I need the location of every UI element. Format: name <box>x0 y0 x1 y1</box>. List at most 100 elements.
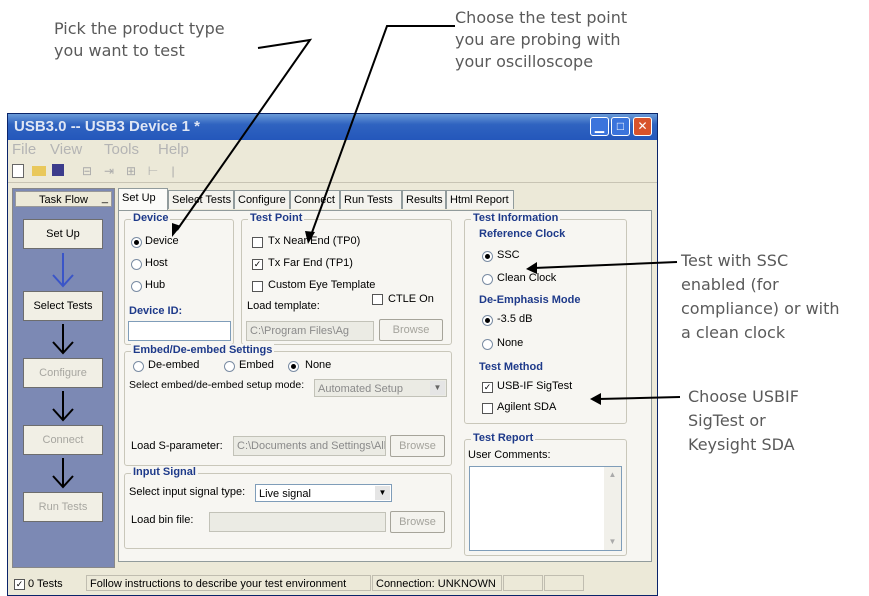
input-signal-type-value: Live signal <box>259 488 311 500</box>
chevron-down-icon[interactable]: ▼ <box>375 486 390 500</box>
ctle-label: CTLE On <box>388 293 434 305</box>
embed-group-title: Embed/De-embed Settings <box>131 344 275 356</box>
embed-mode-select[interactable]: Automated Setup ▼ <box>314 379 447 397</box>
ssc-radio[interactable] <box>482 251 493 262</box>
embed-radio[interactable] <box>224 361 235 372</box>
input-signal-group-title: Input Signal <box>131 466 198 478</box>
tp1-checkbox[interactable]: ✓ <box>252 259 263 270</box>
bin-file-label: Load bin file: <box>131 514 194 526</box>
tab-results[interactable]: Results <box>402 190 446 209</box>
taskflow-arrows <box>52 253 74 489</box>
title-bar[interactable]: USB3.0 -- USB3 Device 1 * ▁ □ ✕ <box>8 114 657 140</box>
callout-line: your oscilloscope <box>455 52 594 71</box>
tab-set-up[interactable]: Set Up <box>118 188 168 210</box>
test-info-group-title: Test Information <box>471 212 561 224</box>
tab-connect[interactable]: Connect <box>290 190 340 209</box>
tab-select-tests[interactable]: Select Tests <box>168 190 234 209</box>
device-id-label: Device ID: <box>129 305 183 317</box>
toolbar-icon-4[interactable]: ⊟ <box>80 164 94 178</box>
clean-clock-radio[interactable] <box>482 274 493 285</box>
setup-panel: Device Device Host Hub Device ID: Test P… <box>118 210 652 562</box>
tab-configure[interactable]: Configure <box>234 190 290 209</box>
toolbar-separator: | <box>171 164 175 178</box>
test-info-group: Test Information Reference Clock SSC Cle… <box>464 212 627 424</box>
callout-line: a clean clock <box>681 323 786 342</box>
test-report-group-title: Test Report <box>471 432 536 444</box>
connection-status: Connection: UNKNOWN <box>372 575 502 591</box>
sparam-path-input[interactable]: C:\Documents and Settings\All <box>233 436 386 456</box>
deemph-none-radio[interactable] <box>482 339 493 350</box>
embed-group: Embed/De-embed Settings De-embed Embed N… <box>124 344 452 466</box>
clean-clock-label: Clean Clock <box>497 272 557 284</box>
menu-view[interactable]: View <box>50 141 82 158</box>
app-window: USB3.0 -- USB3 Device 1 * ▁ □ ✕ File Vie… <box>7 113 658 596</box>
close-button[interactable]: ✕ <box>633 117 652 136</box>
user-comments-textarea[interactable]: ▲ ▼ <box>469 466 622 551</box>
bin-file-input[interactable] <box>209 512 386 532</box>
agilent-sda-checkbox[interactable] <box>482 403 493 414</box>
window-title: USB3.0 -- USB3 Device 1 * <box>14 118 200 135</box>
deembed-radio[interactable] <box>133 361 144 372</box>
chevron-down-icon[interactable]: ▼ <box>430 381 445 395</box>
embed-label: Embed <box>239 359 274 371</box>
menu-file[interactable]: File <box>12 141 36 158</box>
template-path-input[interactable]: C:\Program Files\Ag <box>246 321 374 341</box>
hub-radio[interactable] <box>131 281 142 292</box>
template-browse-button[interactable]: Browse <box>379 319 443 341</box>
arrow-down-icon <box>52 253 74 288</box>
load-template-label: Load template: <box>247 300 320 312</box>
arrow-down-icon <box>52 324 74 489</box>
embed-mode-label: Select embed/de-embed setup mode: <box>129 379 305 391</box>
callout-line: Test with SSC <box>681 251 789 270</box>
status-cell <box>544 575 584 591</box>
bin-browse-button[interactable]: Browse <box>390 511 445 533</box>
tp0-checkbox[interactable] <box>252 237 263 248</box>
open-folder-icon[interactable] <box>32 166 46 176</box>
tests-checkbox[interactable]: ✓ <box>14 579 25 590</box>
ref-clock-label: Reference Clock <box>479 228 566 240</box>
toolbar-icon-6[interactable]: ⊞ <box>124 164 138 178</box>
db-radio[interactable] <box>482 315 493 326</box>
input-signal-type-select[interactable]: Live signal ▼ <box>255 484 392 502</box>
host-radio[interactable] <box>131 259 142 270</box>
callout-line: Keysight SDA <box>688 435 795 454</box>
save-icon[interactable] <box>52 164 64 176</box>
callout-line: compliance) or with <box>681 299 840 318</box>
scroll-up-icon[interactable]: ▲ <box>604 467 621 483</box>
scroll-down-icon[interactable]: ▼ <box>604 534 621 550</box>
callout-line: Choose the test point <box>455 8 628 27</box>
callout-sigtest: Choose USBIF SigTest or Keysight SDA <box>688 385 799 457</box>
minimize-button[interactable]: ▁ <box>590 117 609 136</box>
menu-bar: File View Tools Help <box>8 140 657 160</box>
ctle-checkbox[interactable] <box>372 294 383 305</box>
none-embed-radio[interactable] <box>288 361 299 372</box>
comments-scrollbar[interactable]: ▲ ▼ <box>604 467 621 550</box>
custom-eye-checkbox[interactable] <box>252 281 263 292</box>
host-radio-label: Host <box>145 257 168 269</box>
status-message: Follow instructions to describe your tes… <box>86 575 371 591</box>
tp0-label: Tx Near End (TP0) <box>268 235 361 247</box>
callout-line: you are probing with <box>455 30 621 49</box>
toolbar-icon-7[interactable]: ⊢ <box>146 164 160 178</box>
sigtest-checkbox[interactable]: ✓ <box>482 382 493 393</box>
new-file-icon[interactable] <box>12 164 24 178</box>
callout-line: Pick the product type <box>54 19 225 38</box>
tab-html-report[interactable]: Html Report <box>446 190 514 209</box>
deembed-label: De-embed <box>148 359 200 371</box>
ssc-label: SSC <box>497 249 520 261</box>
callout-test-point: Choose the test point you are probing wi… <box>455 7 627 73</box>
menu-tools[interactable]: Tools <box>104 141 139 158</box>
toolbar-icon-5[interactable]: ⇥ <box>102 164 116 178</box>
agilent-sda-label: Agilent SDA <box>497 401 557 413</box>
device-radio[interactable] <box>131 237 142 248</box>
user-comments-label: User Comments: <box>468 449 551 461</box>
sparam-browse-button[interactable]: Browse <box>390 435 445 457</box>
sigtest-label: USB-IF SigTest <box>497 380 573 392</box>
device-id-input[interactable] <box>128 321 231 341</box>
device-group-title: Device <box>131 212 171 224</box>
callout-line: SigTest or <box>688 411 766 430</box>
maximize-button[interactable]: □ <box>611 117 630 136</box>
callout-line: Choose USBIF <box>688 387 799 406</box>
tab-run-tests[interactable]: Run Tests <box>340 190 402 209</box>
menu-help[interactable]: Help <box>158 141 189 158</box>
